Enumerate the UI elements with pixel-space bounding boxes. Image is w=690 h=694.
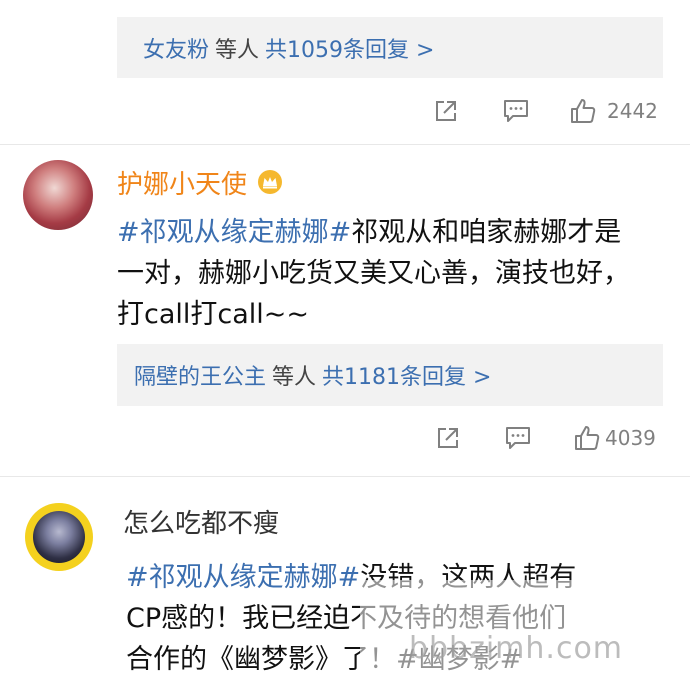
reply-summary[interactable]: 隔壁的王公主 等人 共1181条回复 > (117, 344, 663, 406)
hashtag-link[interactable]: #祁观从缘定赫娜# (126, 562, 360, 593)
like-button[interactable]: 2442 (569, 91, 658, 131)
reply-names[interactable]: 隔壁的王公主 (134, 359, 266, 391)
comment-button[interactable] (505, 418, 531, 458)
divider (0, 476, 690, 477)
action-bar: 2442 (117, 91, 663, 131)
watermark-text: bbbzimh.com (408, 631, 624, 666)
share-button[interactable] (435, 418, 461, 458)
comment-button[interactable] (503, 91, 529, 131)
thumbs-up-icon (571, 99, 596, 123)
share-icon (436, 101, 456, 121)
like-button[interactable]: 4039 (573, 418, 656, 458)
reply-suffix: 等人 (272, 365, 317, 390)
share-button[interactable] (433, 91, 459, 131)
thumbs-up-icon (575, 426, 600, 450)
avatar[interactable] (25, 503, 93, 571)
avatar[interactable] (23, 160, 93, 230)
divider (0, 144, 690, 145)
vip-crown-icon (257, 169, 283, 202)
username[interactable]: 怎么吃都不瘦 (123, 503, 279, 540)
share-icon (438, 428, 458, 448)
watermark-overlay: bbbzimh.com (360, 580, 672, 680)
action-bar: 4039 (117, 418, 663, 458)
comment-icon (504, 100, 528, 122)
comment-text: #祁观从缘定赫娜#祁观从和咱家赫娜才是一对，赫娜小吃货又美又心善，演技也好，打c… (117, 212, 647, 335)
reply-names[interactable]: 女友粉 (143, 32, 209, 64)
like-count: 2442 (607, 99, 658, 123)
like-count: 4039 (605, 426, 656, 450)
reply-count-link[interactable]: 共1059条回复 > (265, 32, 434, 64)
reply-suffix: 等人 (215, 37, 260, 63)
reply-summary[interactable]: 女友粉 等人 共1059条回复 > (117, 17, 663, 78)
username[interactable]: 护娜小天使 (117, 164, 283, 202)
hashtag-link[interactable]: #祁观从缘定赫娜# (117, 217, 351, 248)
comment-icon (506, 427, 530, 449)
reply-count-link[interactable]: 共1181条回复 > (322, 359, 491, 391)
